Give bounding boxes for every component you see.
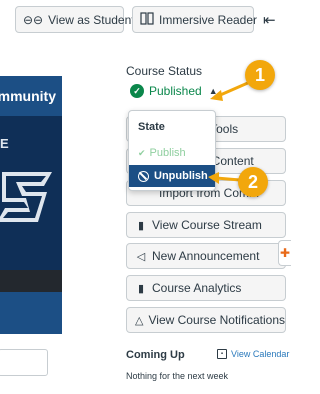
view-course-notifications-button[interactable]: △ View Course Notifications: [126, 307, 286, 333]
view-calendar-link[interactable]: ▪ View Calendar: [217, 349, 289, 359]
view-course-notifications-label: View Course Notifications: [148, 313, 285, 327]
course-status-heading: Course Status: [126, 64, 203, 78]
banner-letter: E: [0, 136, 9, 151]
banner-strip: [0, 270, 62, 292]
menu-item-publish[interactable]: ✔ Publish: [138, 147, 186, 159]
ban-icon: [138, 170, 149, 182]
menu-item-unpublish-label: Unpublish: [154, 170, 208, 182]
school-logo-icon: [0, 172, 52, 222]
glasses-icon: ⊖⊖: [23, 12, 44, 27]
calendar-icon: ▪: [217, 349, 227, 359]
menu-item-unpublish[interactable]: Unpublish: [129, 165, 215, 187]
menu-item-publish-label: Publish: [149, 147, 186, 159]
course-status-value: Published: [149, 84, 202, 98]
course-status-menu: State ✔ Publish Unpublish: [128, 110, 216, 191]
view-course-stream-button[interactable]: ▮ View Course Stream: [126, 212, 286, 238]
new-announcement-button[interactable]: ◁ New Announcement: [126, 243, 286, 269]
callout-step-2: 2: [238, 167, 268, 197]
course-banner-title: mmunity: [0, 76, 62, 116]
view-as-student-button[interactable]: ⊖⊖ View as Student: [15, 6, 135, 33]
coming-up-empty-text: Nothing for the next week: [126, 371, 229, 381]
course-status-toggle[interactable]: ✓ Published ▲: [130, 84, 218, 98]
bar-chart-icon: ▮: [137, 282, 145, 295]
new-announcement-label: New Announcement: [152, 249, 260, 263]
menu-title: State: [138, 121, 165, 133]
coming-up-heading: Coming Up: [126, 349, 185, 361]
left-input-field[interactable]: [0, 349, 48, 376]
immersive-reader-button[interactable]: Immersive Reader: [132, 6, 258, 33]
check-circle-icon: ✓: [130, 84, 144, 98]
view-calendar-label: View Calendar: [231, 349, 290, 359]
banner-bottom: [0, 292, 62, 334]
view-as-student-label: View as Student: [48, 12, 135, 27]
collapse-sidebar-icon[interactable]: ⇤: [263, 11, 276, 29]
callout-step-1: 1: [245, 60, 275, 90]
side-tray-tab[interactable]: ✚: [278, 240, 291, 266]
course-banner-image: E: [0, 116, 62, 270]
bell-icon: △: [135, 314, 144, 327]
check-circle-icon: ✔: [138, 147, 146, 158]
immersive-reader-icon: [140, 11, 154, 28]
course-analytics-button[interactable]: ▮ Course Analytics: [126, 275, 286, 301]
chevron-up-icon: ▲: [208, 86, 218, 96]
immersive-reader-label: Immersive Reader: [159, 12, 258, 27]
bar-chart-icon: ▮: [137, 219, 145, 232]
megaphone-icon: ◁: [136, 250, 146, 263]
course-analytics-label: Course Analytics: [152, 281, 242, 295]
view-course-stream-label: View Course Stream: [152, 218, 262, 232]
